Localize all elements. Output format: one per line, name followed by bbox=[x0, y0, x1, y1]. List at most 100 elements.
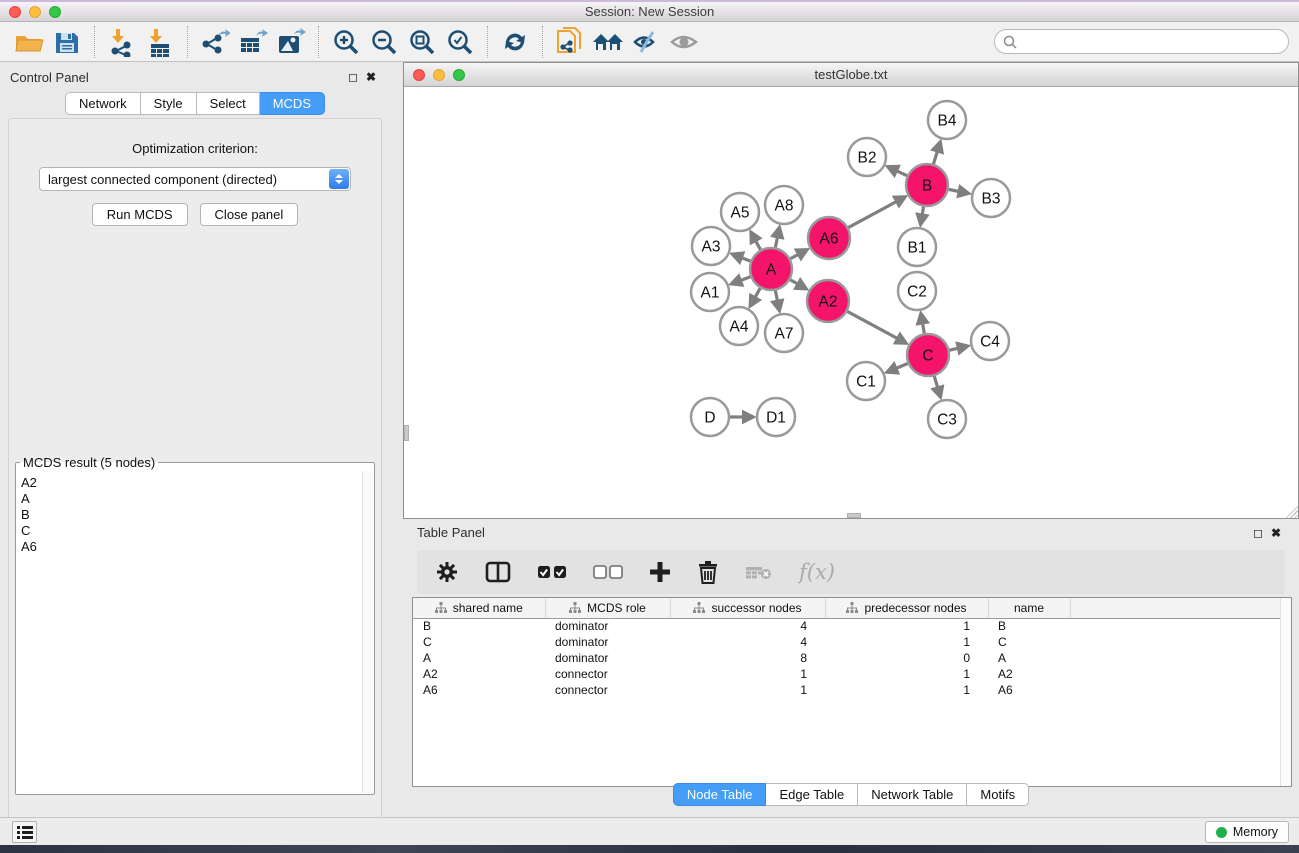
table-cell[interactable]: A2 bbox=[988, 666, 1070, 682]
mcds-result-item[interactable]: A bbox=[21, 491, 358, 507]
tab-select[interactable]: Select bbox=[197, 92, 260, 115]
export-image-button[interactable] bbox=[272, 25, 310, 59]
float-table-panel-icon[interactable]: ◻ bbox=[1249, 526, 1267, 540]
zoom-selected-button[interactable] bbox=[441, 25, 479, 59]
edge-A-A4[interactable] bbox=[750, 288, 760, 306]
edge-A-A6[interactable] bbox=[790, 250, 807, 259]
table-cell[interactable]: 1 bbox=[825, 666, 988, 682]
open-file-button[interactable] bbox=[10, 25, 48, 59]
table-cell[interactable]: connector bbox=[545, 682, 670, 698]
search-field[interactable] bbox=[994, 29, 1289, 54]
edge-A-A3[interactable] bbox=[732, 254, 750, 261]
edge-B-B1[interactable] bbox=[921, 207, 924, 225]
column-header-shared-name[interactable]: shared name bbox=[413, 598, 545, 618]
delete-table-button[interactable] bbox=[745, 564, 773, 580]
network-window-titlebar[interactable]: testGlobe.txt bbox=[404, 63, 1298, 87]
table-cell[interactable]: B bbox=[988, 618, 1070, 634]
mcds-result-list[interactable]: A2ABCA6 bbox=[17, 473, 362, 793]
edge-C-C1[interactable] bbox=[887, 364, 908, 373]
close-panel-icon[interactable]: ✖ bbox=[362, 70, 380, 84]
tab-network[interactable]: Network bbox=[65, 92, 141, 115]
table-row[interactable]: Cdominator41C bbox=[413, 634, 1281, 650]
table-row[interactable]: Adominator80A bbox=[413, 650, 1281, 666]
memory-button[interactable]: Memory bbox=[1205, 821, 1289, 843]
column-header-name[interactable]: name bbox=[988, 598, 1070, 618]
import-network-button[interactable] bbox=[103, 25, 141, 59]
table-cell[interactable]: C bbox=[413, 634, 545, 650]
mcds-result-item[interactable]: A2 bbox=[21, 475, 358, 491]
select-all-columns-button[interactable] bbox=[537, 565, 567, 579]
table-cell[interactable]: connector bbox=[545, 666, 670, 682]
tab-style[interactable]: Style bbox=[141, 92, 197, 115]
zoom-fit-button[interactable] bbox=[403, 25, 441, 59]
zoom-out-button[interactable] bbox=[365, 25, 403, 59]
column-header-MCDS-role[interactable]: MCDS role bbox=[545, 598, 670, 618]
edge-A6-B[interactable] bbox=[848, 197, 905, 228]
export-table-button[interactable] bbox=[234, 25, 272, 59]
edge-C-C3[interactable] bbox=[934, 376, 940, 397]
table-cell[interactable]: dominator bbox=[545, 618, 670, 634]
save-session-button[interactable] bbox=[48, 25, 86, 59]
table-cell[interactable]: 4 bbox=[670, 618, 825, 634]
table-cell[interactable]: B bbox=[413, 618, 545, 634]
first-neighbors-button[interactable] bbox=[589, 25, 627, 59]
close-table-panel-icon[interactable]: ✖ bbox=[1267, 526, 1285, 540]
edge-A2-C[interactable] bbox=[847, 311, 906, 343]
table-cell[interactable]: A bbox=[988, 650, 1070, 666]
show-column-button[interactable] bbox=[485, 561, 511, 583]
node-table[interactable]: shared nameMCDS rolesuccessor nodesprede… bbox=[412, 597, 1292, 787]
table-cell[interactable]: 1 bbox=[670, 666, 825, 682]
run-mcds-button[interactable]: Run MCDS bbox=[92, 203, 188, 226]
table-row[interactable]: Bdominator41B bbox=[413, 618, 1281, 634]
float-panel-icon[interactable]: ◻ bbox=[344, 70, 362, 84]
show-all-button[interactable] bbox=[665, 25, 703, 59]
function-builder-button[interactable]: f(x) bbox=[799, 560, 835, 584]
table-options-button[interactable] bbox=[435, 560, 459, 584]
network-horizontal-scrollbar[interactable] bbox=[847, 513, 861, 518]
table-cell[interactable]: dominator bbox=[545, 650, 670, 666]
mcds-result-item[interactable]: B bbox=[21, 507, 358, 523]
new-network-from-selection-button[interactable] bbox=[551, 25, 589, 59]
network-canvas[interactable]: B4B2BB3A8A5A6A3B1AC2A1A2A4A7C4CC1C3DD1 bbox=[404, 87, 1298, 518]
hide-selected-button[interactable] bbox=[627, 25, 665, 59]
tab-node-table[interactable]: Node Table bbox=[673, 783, 767, 806]
mcds-result-scrollbar[interactable] bbox=[362, 471, 373, 793]
table-cell[interactable]: A6 bbox=[988, 682, 1070, 698]
table-cell[interactable]: A2 bbox=[413, 666, 545, 682]
search-input[interactable] bbox=[1022, 34, 1288, 49]
tab-mcds[interactable]: MCDS bbox=[260, 92, 325, 115]
table-cell[interactable]: dominator bbox=[545, 634, 670, 650]
table-cell[interactable]: 1 bbox=[670, 682, 825, 698]
edge-B-B4[interactable] bbox=[933, 142, 940, 164]
edge-A-A1[interactable] bbox=[732, 277, 751, 284]
table-cell[interactable]: C bbox=[988, 634, 1070, 650]
show-task-history-button[interactable] bbox=[12, 821, 37, 843]
tab-network-table[interactable]: Network Table bbox=[858, 783, 967, 806]
column-header-successor-nodes[interactable]: successor nodes bbox=[670, 598, 825, 618]
delete-columns-button[interactable] bbox=[697, 560, 719, 584]
unselect-all-columns-button[interactable] bbox=[593, 565, 623, 579]
table-cell[interactable]: A6 bbox=[413, 682, 545, 698]
tab-motifs[interactable]: Motifs bbox=[967, 783, 1029, 806]
table-cell[interactable]: 4 bbox=[670, 634, 825, 650]
table-row[interactable]: A2connector11A2 bbox=[413, 666, 1281, 682]
network-vertical-scrollbar[interactable] bbox=[404, 425, 409, 441]
table-cell[interactable]: 1 bbox=[825, 618, 988, 634]
zoom-in-button[interactable] bbox=[327, 25, 365, 59]
create-column-button[interactable] bbox=[649, 561, 671, 583]
tab-edge-table[interactable]: Edge Table bbox=[766, 783, 858, 806]
column-header-predecessor-nodes[interactable]: predecessor nodes bbox=[825, 598, 988, 618]
edge-A-A5[interactable] bbox=[751, 232, 761, 249]
table-cell[interactable]: 1 bbox=[825, 634, 988, 650]
table-cell[interactable]: A bbox=[413, 650, 545, 666]
mcds-result-item[interactable]: A6 bbox=[21, 539, 358, 555]
export-network-button[interactable] bbox=[196, 25, 234, 59]
table-cell[interactable]: 8 bbox=[670, 650, 825, 666]
table-cell[interactable]: 1 bbox=[825, 682, 988, 698]
table-scrollbar[interactable] bbox=[1280, 598, 1291, 786]
criterion-select[interactable]: largest connected component (directed) bbox=[39, 167, 351, 191]
import-table-button[interactable] bbox=[141, 25, 179, 59]
table-row[interactable]: A6connector11A6 bbox=[413, 682, 1281, 698]
apply-layout-button[interactable] bbox=[496, 25, 534, 59]
edge-C-C2[interactable] bbox=[921, 314, 924, 334]
